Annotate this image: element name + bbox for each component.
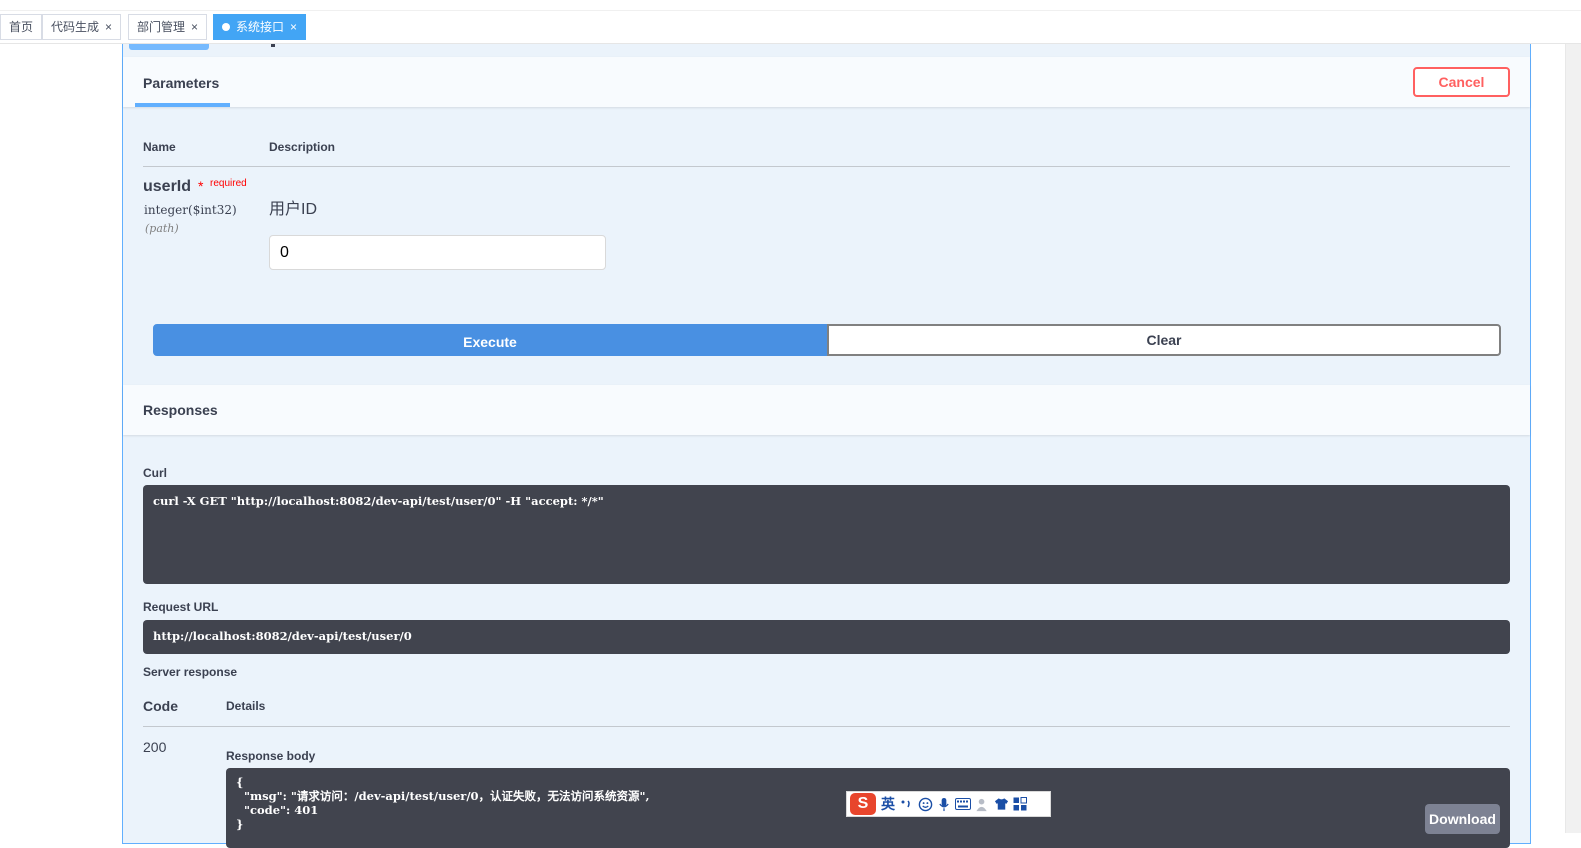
tab-label: 系统接口: [236, 20, 285, 34]
response-body-label: Response body: [226, 749, 316, 763]
scrollbar-track[interactable]: [1565, 44, 1581, 833]
path-stub: [271, 44, 275, 47]
required-star: *: [198, 178, 204, 194]
active-dot-icon: [222, 23, 230, 31]
grid-icon[interactable]: [1012, 796, 1028, 812]
parameters-tab-indicator: [135, 103, 230, 107]
tab-label: 首页: [9, 20, 34, 34]
operation-block: Parameters Cancel Name Description userI…: [122, 44, 1531, 848]
close-icon[interactable]: ×: [191, 15, 198, 39]
cancel-button[interactable]: Cancel: [1413, 67, 1510, 97]
tabs-bar: 首页 代码生成 × 部门管理 × 系统接口 ×: [0, 11, 1581, 44]
method-badge-stub: [129, 44, 209, 50]
parameters-header: Parameters Cancel: [123, 57, 1530, 107]
punctuation-icon[interactable]: [898, 796, 914, 812]
param-location: (path): [145, 222, 179, 235]
col-description-header: Description: [269, 140, 336, 154]
userid-input[interactable]: 0: [269, 235, 606, 270]
param-type: integer($int32): [144, 203, 237, 217]
close-icon[interactable]: ×: [105, 15, 112, 39]
request-url-code: http://localhost:8082/dev-api/test/user/…: [143, 620, 1510, 654]
tab-home[interactable]: 首页: [0, 14, 43, 40]
col-details-header: Details: [226, 699, 266, 713]
param-description: 用户ID: [269, 201, 318, 218]
clear-button[interactable]: Clear: [827, 324, 1501, 356]
curl-label: Curl: [143, 466, 167, 480]
header-divider: [143, 166, 1510, 167]
tab-system-api[interactable]: 系统接口 ×: [213, 14, 307, 40]
responses-title: Responses: [143, 402, 218, 418]
server-response-label: Server response: [143, 665, 238, 679]
microphone-icon[interactable]: [936, 796, 952, 812]
ime-language-toggle[interactable]: 英: [881, 794, 895, 814]
sogou-logo-icon[interactable]: S: [850, 793, 876, 815]
top-strip: [0, 0, 1581, 11]
required-label: required: [210, 178, 247, 189]
response-code: 200: [143, 739, 167, 755]
tab-label: 代码生成: [51, 20, 100, 34]
skin-icon[interactable]: [993, 796, 1009, 812]
parameters-title: Parameters: [143, 75, 220, 91]
col-code-header: Code: [143, 698, 178, 714]
execute-button[interactable]: Execute: [153, 324, 827, 356]
download-button[interactable]: Download: [1425, 804, 1500, 834]
param-name: userId: [143, 178, 192, 195]
responses-header: Responses: [123, 385, 1530, 435]
keyboard-icon[interactable]: [955, 796, 971, 812]
request-url-label: Request URL: [143, 600, 219, 614]
ime-toolbar: S 英: [846, 791, 1051, 817]
tab-label: 部门管理: [137, 20, 186, 34]
tab-code-gen[interactable]: 代码生成 ×: [42, 14, 122, 40]
emoji-icon[interactable]: [917, 796, 933, 812]
col-name-header: Name: [143, 140, 176, 154]
tab-dept-manage[interactable]: 部门管理 ×: [128, 14, 208, 40]
curl-code: curl -X GET "http://localhost:8082/dev-a…: [143, 485, 1510, 584]
response-divider: [143, 726, 1510, 727]
close-icon[interactable]: ×: [290, 15, 297, 39]
user-icon[interactable]: [974, 796, 990, 812]
execute-wrapper: Execute Clear: [153, 324, 1501, 356]
